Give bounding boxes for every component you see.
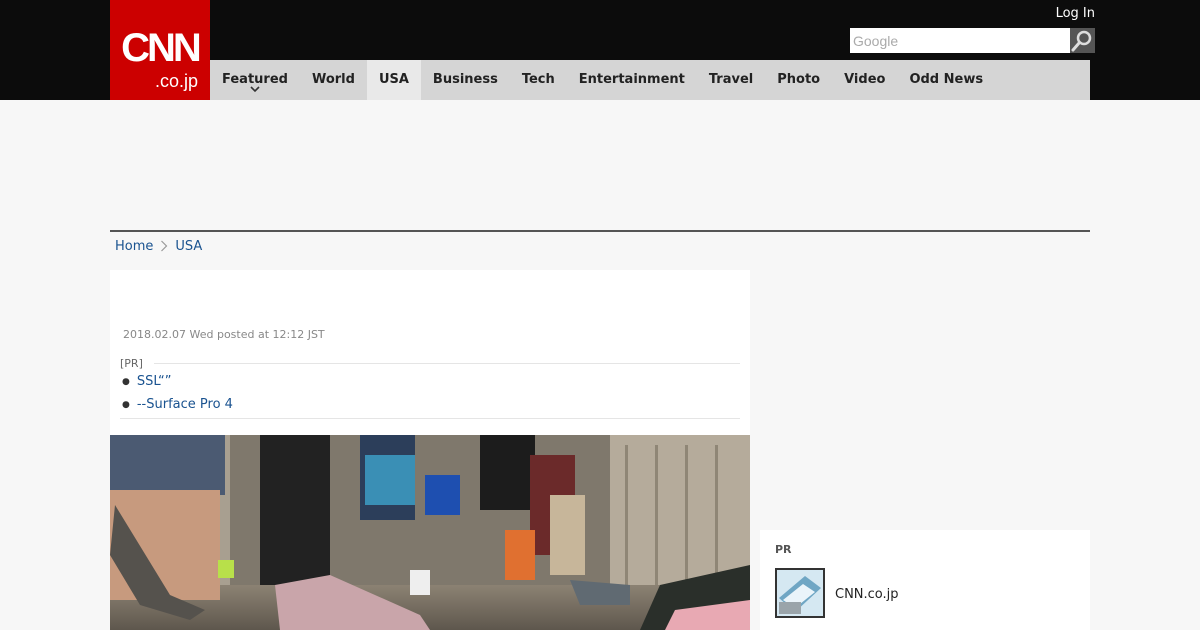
nav-item-odd-news[interactable]: Odd News [897, 60, 995, 100]
nav-item-usa[interactable]: USA [366, 60, 421, 100]
chevron-right-icon [161, 240, 168, 252]
main-nav: Featured World USA Business Tech Entertainmen… [210, 60, 1090, 100]
nav-item-label: Travel [708, 72, 754, 87]
nav-item-label: Entertainment [578, 72, 685, 87]
bullet-icon: ● [122, 399, 130, 410]
login-link[interactable]: Log In [1040, 5, 1095, 23]
nav-item-label: Photo [777, 72, 821, 87]
school-hallway-photo [110, 435, 750, 630]
pr-link-item: ● SSL“” [122, 374, 171, 389]
nav-item-label: World [311, 72, 355, 87]
nav-item-business[interactable]: Business [421, 60, 510, 100]
breadcrumb-home[interactable]: Home [115, 239, 153, 254]
pr-link-ssl[interactable]: SSL“” [137, 374, 172, 389]
pr-link-item: ● --Surface Pro 4 [122, 397, 233, 412]
nav-item-label: Tech [521, 72, 555, 87]
article-hero-image[interactable] [110, 435, 750, 630]
search-input[interactable] [850, 28, 1070, 53]
sidebar-thumbnail[interactable] [775, 568, 825, 618]
bullet-icon: ● [122, 376, 130, 387]
nav-item-label: Odd News [909, 72, 984, 87]
nav-item-featured[interactable]: Featured [210, 60, 300, 100]
pr-link-surface[interactable]: --Surface Pro 4 [137, 397, 233, 412]
nav-item-photo[interactable]: Photo [765, 60, 832, 100]
pr-label: [PR] [120, 357, 143, 370]
nav-item-entertainment[interactable]: Entertainment [567, 60, 697, 100]
search-icon [1071, 30, 1092, 52]
tablet-thumbnail-icon [777, 570, 823, 616]
nav-item-label: Video [844, 72, 886, 87]
breadcrumb-usa[interactable]: USA [175, 239, 202, 254]
sidebar-pr-label: PR [775, 543, 792, 556]
ad-divider [110, 230, 1090, 232]
logo-domain: .co.jp [154, 71, 198, 91]
nav-item-label: Business [432, 72, 498, 87]
sidebar-pr-box: PR CNN.co.jp [760, 530, 1090, 630]
search-button[interactable] [1070, 28, 1095, 53]
nav-item-travel[interactable]: Travel [697, 60, 765, 100]
cnn-logo[interactable]: CNN .co.jp [110, 0, 210, 100]
logo-wordmark: CNN [121, 26, 202, 70]
pr-divider [154, 363, 740, 364]
nav-item-video[interactable]: Video [832, 60, 897, 100]
nav-item-label: USA [378, 72, 409, 87]
nav-item-tech[interactable]: Tech [510, 60, 567, 100]
article-card: 2018.02.07 Wed posted at 12:12 JST [PR] … [110, 270, 750, 435]
chevron-down-icon [250, 86, 260, 93]
breadcrumb: Home USA [115, 237, 202, 255]
pr-divider [120, 418, 740, 419]
nav-item-world[interactable]: World [300, 60, 367, 100]
article-date: 2018.02.07 Wed posted at 12:12 JST [123, 328, 325, 341]
sidebar-item-title[interactable]: CNN.co.jp [835, 587, 899, 602]
